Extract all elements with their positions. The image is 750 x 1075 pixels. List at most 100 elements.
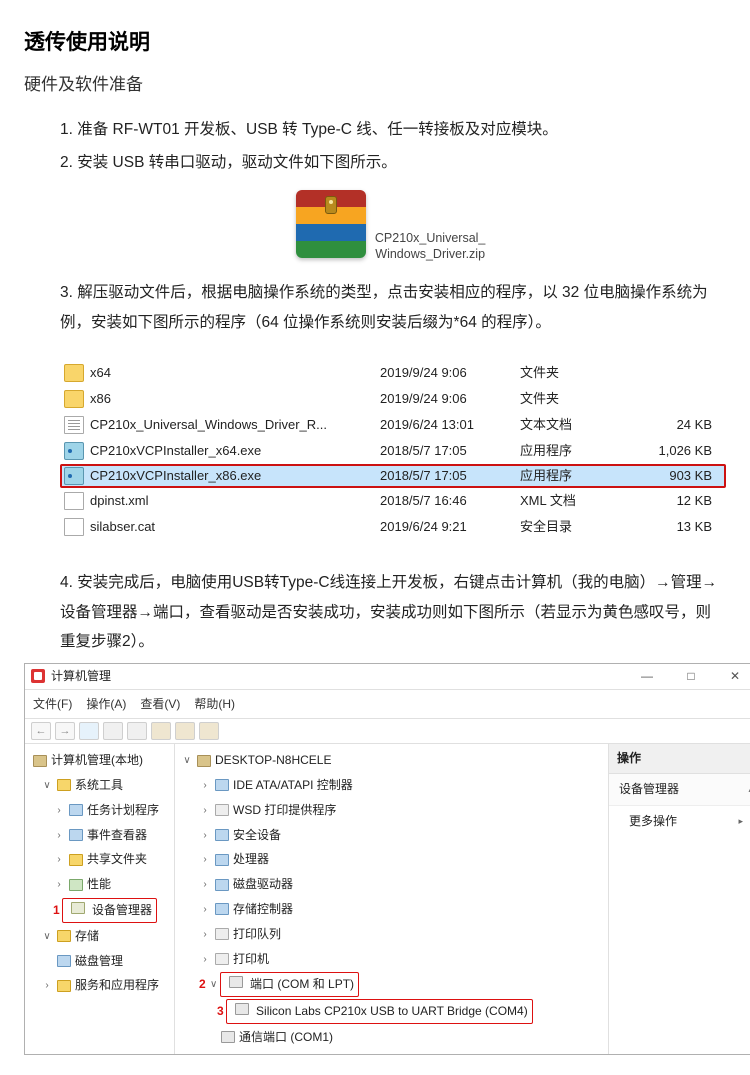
services-icon [57,980,71,992]
tree-label: WSD 打印提供程序 [233,799,336,822]
device-storectrl[interactable]: › 存储控制器 [181,897,606,922]
callout-3: 3 [217,1000,224,1023]
expander-icon[interactable]: › [53,875,65,894]
textfile-icon [64,416,84,434]
device-silabs[interactable]: 3 Silicon Labs CP210x USB to UART Bridge… [181,998,606,1025]
window-titlebar: 计算机管理 — □ ✕ [25,664,750,690]
expander-icon[interactable]: › [199,776,211,795]
device-printer[interactable]: › 打印机 [181,947,606,972]
menu-action[interactable]: 操作(A) [86,693,126,716]
file-row[interactable]: dpinst.xml 2018/5/7 16:46 XML 文档 12 KB [60,488,726,514]
file-date: 2019/6/24 9:21 [380,515,520,540]
toolbar-forward-button[interactable] [55,722,75,740]
tree-root[interactable]: 计算机管理(本地) [29,748,174,773]
menu-file[interactable]: 文件(F) [33,693,72,716]
device-wsd[interactable]: › WSD 打印提供程序 [181,798,606,823]
safe-icon [215,829,229,841]
file-size: 12 KB [630,489,722,514]
shared-icon [69,854,83,866]
wsd-icon [215,804,229,816]
toolbar-button[interactable] [175,722,195,740]
device-diskdrv[interactable]: › 磁盘驱动器 [181,872,606,897]
expander-icon[interactable]: ∨ [181,751,193,770]
toolbar-button[interactable] [151,722,171,740]
tree-task[interactable]: › 任务计划程序 [29,798,174,823]
computer-management-window: 计算机管理 — □ ✕ 文件(F) 操作(A) 查看(V) 帮助(H) [24,663,750,1055]
expander-icon[interactable]: ∨ [41,776,53,795]
printq-icon [215,928,229,940]
tree-label: 设备管理器 [92,903,152,917]
xmlfile-icon [64,492,84,510]
device-printqueue[interactable]: › 打印队列 [181,922,606,947]
toolbar-button[interactable] [199,722,219,740]
toolbar-button[interactable] [127,722,147,740]
tree-diskmgmt[interactable]: 磁盘管理 [29,949,174,974]
expander-icon[interactable]: › [199,925,211,944]
file-row[interactable]: x86 2019/9/24 9:06 文件夹 [60,386,726,412]
file-size: 24 KB [630,413,722,438]
toolbar-button[interactable] [103,722,123,740]
exe-icon [64,442,84,460]
tree-label: IDE ATA/ATAPI 控制器 [233,774,353,797]
actions-subheader[interactable]: 设备管理器 ▴ [609,774,750,806]
expander-icon[interactable]: › [199,826,211,845]
file-row-selected[interactable]: CP210xVCPInstaller_x86.exe 2018/5/7 17:0… [60,464,726,488]
doc-content: 1. 准备 RF-WT01 开发板、USB 转 Type-C 线、任一转接板及对… [24,115,726,1055]
close-button[interactable]: ✕ [713,665,750,688]
file-name: dpinst.xml [90,489,380,514]
expander-icon[interactable]: ∨ [41,927,53,946]
device-cpu[interactable]: › 处理器 [181,847,606,872]
file-row[interactable]: x64 2019/9/24 9:06 文件夹 [60,360,726,386]
toolbar-button[interactable] [79,722,99,740]
actions-more-label: 更多操作 [629,810,677,833]
toolbar-back-button[interactable] [31,722,51,740]
tree-label: DESKTOP-N8HCELE [215,749,331,772]
file-size: 903 KB [630,464,722,489]
expander-icon[interactable]: › [41,976,53,995]
tree-perf[interactable]: › 性能 [29,872,174,897]
menu-help[interactable]: 帮助(H) [194,693,235,716]
expander-icon[interactable]: › [53,826,65,845]
expander-icon[interactable]: › [53,801,65,820]
tree-shared[interactable]: › 共享文件夹 [29,847,174,872]
file-date: 2019/9/24 9:06 [380,387,520,412]
tree-event[interactable]: › 事件查看器 [29,823,174,848]
actions-header: 操作 [609,744,750,774]
file-row[interactable]: CP210xVCPInstaller_x64.exe 2018/5/7 17:0… [60,438,726,464]
device-com1[interactable]: 通信端口 (COM1) [181,1025,606,1050]
expander-icon[interactable]: › [199,801,211,820]
file-name: CP210xVCPInstaller_x64.exe [90,439,380,464]
expander-icon[interactable]: › [199,875,211,894]
expander-icon[interactable]: ∨ [208,975,220,994]
left-tree: 计算机管理(本地) ∨ 系统工具 › 任务计划程序 › 事件查看器 [25,744,175,1054]
callout-2: 2 [199,973,206,996]
actions-more[interactable]: 更多操作 ▸ [609,806,750,837]
maximize-button[interactable]: □ [669,665,713,688]
expander-icon[interactable]: › [199,850,211,869]
menubar: 文件(F) 操作(A) 查看(V) 帮助(H) [25,690,750,720]
device-tree: ∨ DESKTOP-N8HCELE › IDE ATA/ATAPI 控制器 › … [175,744,609,1054]
device-safedev[interactable]: › 安全设备 [181,823,606,848]
expander-icon[interactable]: › [199,900,211,919]
minimize-button[interactable]: — [625,665,669,688]
expander-icon[interactable]: › [53,850,65,869]
actions-pane: 操作 设备管理器 ▴ 更多操作 ▸ [609,744,750,1054]
toolbar [25,719,750,744]
device-ports[interactable]: 2 ∨ 端口 (COM 和 LPT) [181,971,606,998]
menu-view[interactable]: 查看(V) [140,693,180,716]
tree-storage[interactable]: ∨ 存储 [29,924,174,949]
file-row[interactable]: silabser.cat 2019/6/24 9:21 安全目录 13 KB [60,514,726,540]
device-pc[interactable]: ∨ DESKTOP-N8HCELE [181,748,606,773]
file-row[interactable]: CP210x_Universal_Windows_Driver_R... 201… [60,412,726,438]
tree-systools[interactable]: ∨ 系统工具 [29,773,174,798]
devmgr-icon [71,902,85,914]
expander-icon[interactable]: › [199,950,211,969]
tree-label: 打印队列 [233,923,281,946]
tree-label: Silicon Labs CP210x USB to UART Bridge (… [256,1004,528,1018]
file-size: 1,026 KB [630,439,722,464]
tree-devmgr[interactable]: 1 设备管理器 [29,897,174,924]
zip-figure: CP210x_Universal_Windows_Driver.zip [60,190,726,268]
device-ide[interactable]: › IDE ATA/ATAPI 控制器 [181,773,606,798]
file-date: 2018/5/7 17:05 [380,464,520,489]
doc-subtitle: 硬件及软件准备 [24,70,726,95]
